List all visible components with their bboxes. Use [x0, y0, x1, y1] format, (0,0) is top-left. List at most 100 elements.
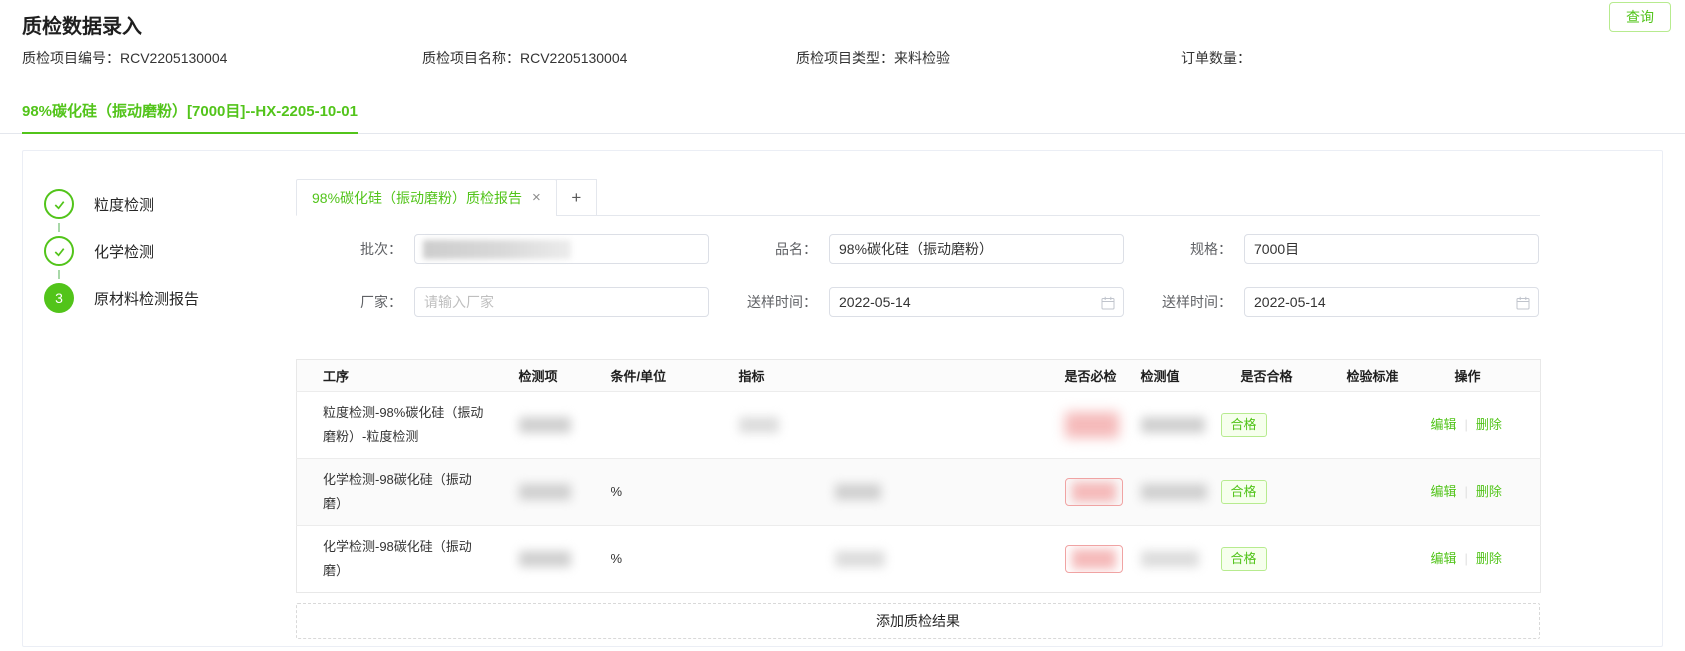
step-connector	[58, 270, 60, 279]
step-raw-material-report[interactable]: 3 原材料检测报告	[44, 283, 296, 313]
order-quantity: 订单数量：	[1181, 48, 1251, 68]
condition-unit-cell: %	[585, 459, 713, 526]
sample-time-label: 送样时间：	[711, 292, 829, 312]
step-label: 化学检测	[94, 241, 154, 262]
col-condition-unit: 条件/单位	[585, 360, 713, 392]
sample-time-input-1[interactable]	[839, 294, 1114, 310]
indicator-cell	[713, 526, 1039, 593]
redacted-badge	[1065, 545, 1123, 573]
step-particle-size-test[interactable]: 粒度检测	[44, 189, 296, 219]
query-button[interactable]: 查询	[1609, 2, 1671, 32]
qc-results-table: 工序 检测项 条件/单位 指标 是否必检 检测值 是否合格 检验标准 操作 粒度…	[296, 359, 1541, 593]
pass-tag: 合格	[1221, 413, 1267, 437]
redacted-value	[835, 484, 881, 500]
add-tab-button[interactable]: +	[556, 179, 597, 216]
actions-cell: 编辑 | 删除	[1429, 459, 1541, 526]
project-name: 质检项目名称：RCV2205130004	[422, 48, 796, 68]
table-row: 化学检测-98碳化硅（振动磨） % 合格 编辑 | 删除	[297, 526, 1541, 593]
project-name-label: 质检项目名称：	[422, 50, 520, 66]
step-chemical-test[interactable]: 化学检测	[44, 236, 296, 266]
edit-link[interactable]: 编辑	[1431, 551, 1457, 566]
step-label: 粒度检测	[94, 194, 154, 215]
field-sample-time-2: 送样时间：	[1126, 287, 1541, 317]
calendar-icon	[1516, 296, 1530, 310]
redacted-value	[1065, 412, 1119, 438]
required-cell	[1039, 459, 1115, 526]
calendar-icon	[1101, 296, 1115, 310]
step-finished-circle	[44, 236, 74, 266]
edit-link[interactable]: 编辑	[1431, 417, 1457, 432]
process-cell: 化学检测-98碳化硅（振动磨）	[297, 526, 493, 593]
report-tab-label: 98%碳化硅（振动磨粉）质检报告	[312, 188, 522, 208]
batch-label: 批次：	[296, 239, 414, 259]
test-item-cell	[493, 459, 585, 526]
indicator-cell	[713, 392, 1039, 459]
standard-cell	[1321, 392, 1429, 459]
qualified-cell: 合格	[1215, 526, 1321, 593]
action-divider: |	[1465, 484, 1468, 499]
redacted-value	[519, 417, 571, 433]
process-cell: 粒度检测-98%碳化硅（振动磨粉）-粒度检测	[297, 392, 493, 459]
main-panel: 粒度检测 化学检测 3 原材料检测报告 98%碳化硅（振动磨粉）质检报告 × +	[22, 150, 1663, 647]
field-spec: 规格：	[1126, 234, 1541, 264]
standard-cell	[1321, 459, 1429, 526]
top-bar: 质检数据录入 查询	[0, 0, 1685, 40]
spec-label: 规格：	[1126, 239, 1244, 259]
report-tab-bar: 98%碳化硅（振动磨粉）质检报告 × +	[296, 179, 1540, 216]
field-vendor: 厂家：	[296, 287, 711, 317]
qualified-cell: 合格	[1215, 392, 1321, 459]
test-item-cell	[493, 526, 585, 593]
close-icon[interactable]: ×	[532, 190, 541, 205]
add-result-button[interactable]: 添加质检结果	[296, 603, 1540, 639]
report-form: 批次： 品名： 规格：	[296, 234, 1540, 317]
page-title: 质检数据录入	[22, 10, 1663, 39]
test-value-cell	[1115, 392, 1215, 459]
pass-tag: 合格	[1221, 480, 1267, 504]
redacted-value	[1141, 484, 1207, 500]
col-qualified: 是否合格	[1215, 360, 1321, 392]
redacted-badge	[1065, 478, 1123, 506]
col-test-value: 检测值	[1115, 360, 1215, 392]
spec-input[interactable]	[1254, 241, 1529, 257]
indicator-cell	[713, 459, 1039, 526]
sample-time-input-2[interactable]	[1254, 294, 1529, 310]
table-row: 粒度检测-98%碳化硅（振动磨粉）-粒度检测 合格 编辑|删除	[297, 392, 1541, 459]
col-actions: 操作	[1429, 360, 1541, 392]
check-icon	[52, 197, 67, 212]
check-icon	[52, 244, 67, 259]
project-name-value: RCV2205130004	[520, 50, 627, 66]
redacted-value	[519, 551, 571, 567]
condition-unit-cell	[585, 392, 713, 459]
batch-input[interactable]	[424, 241, 699, 257]
edit-link[interactable]: 编辑	[1431, 484, 1457, 499]
required-cell	[1039, 392, 1115, 459]
product-name-input[interactable]	[839, 241, 1114, 257]
vendor-label: 厂家：	[296, 292, 414, 312]
step-finished-circle	[44, 189, 74, 219]
project-code: 质检项目编号：RCV2205130004	[22, 48, 422, 68]
report-content: 98%碳化硅（振动磨粉）质检报告 × + 批次： 品名：	[296, 151, 1540, 646]
action-divider: |	[1465, 551, 1468, 566]
redacted-value	[1141, 551, 1199, 567]
sample-time-label: 送样时间：	[1126, 292, 1244, 312]
test-value-cell	[1115, 526, 1215, 593]
delete-link[interactable]: 删除	[1476, 417, 1502, 432]
standard-cell	[1321, 526, 1429, 593]
plus-icon: +	[571, 188, 581, 208]
vendor-input[interactable]	[424, 294, 699, 310]
report-tab-active[interactable]: 98%碳化硅（振动磨粉）质检报告 ×	[296, 179, 557, 216]
redacted-value	[1141, 417, 1205, 433]
redacted-value	[519, 484, 571, 500]
project-type-label: 质检项目类型：	[796, 50, 894, 66]
process-cell: 化学检测-98碳化硅（振动磨）	[297, 459, 493, 526]
condition-unit-cell: %	[585, 526, 713, 593]
step-number-circle: 3	[44, 283, 74, 313]
delete-link[interactable]: 删除	[1476, 551, 1502, 566]
field-product-name: 品名：	[711, 234, 1126, 264]
material-tab-active[interactable]: 98%碳化硅（振动磨粉）[7000目]--HX-2205-10-01	[22, 100, 358, 134]
step-label: 原材料检测报告	[94, 288, 199, 309]
field-sample-time-1: 送样时间：	[711, 287, 1126, 317]
table-row: 化学检测-98碳化硅（振动磨） % 合格 编辑 | 删除	[297, 459, 1541, 526]
actions-cell: 编辑 | 删除	[1429, 526, 1541, 593]
delete-link[interactable]: 删除	[1476, 484, 1502, 499]
